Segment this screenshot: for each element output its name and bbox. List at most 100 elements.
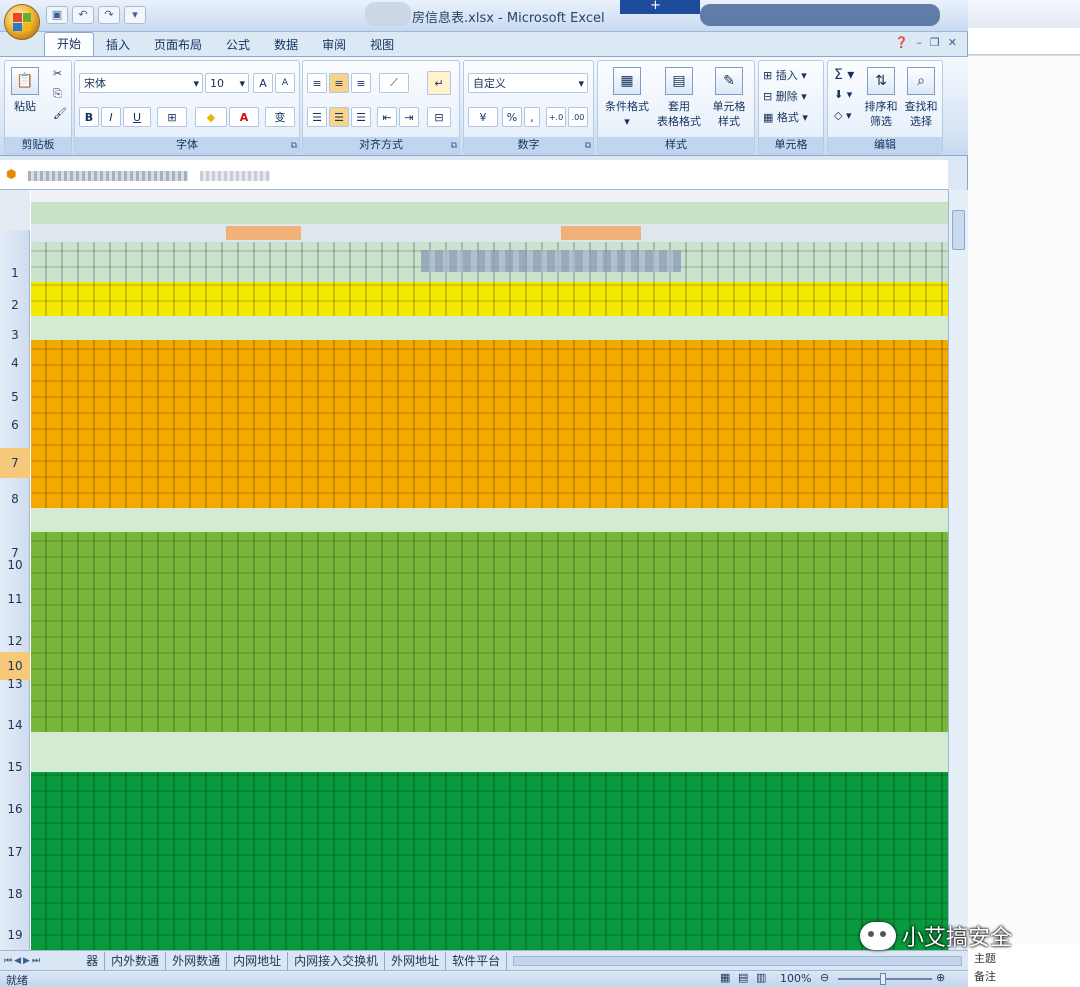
merge-cells-icon[interactable]: ⊟ [427, 107, 451, 127]
zoom-slider-thumb[interactable] [880, 973, 886, 985]
tab-data[interactable]: 数据 [262, 34, 310, 56]
page-layout-view-icon[interactable]: ▤ [738, 971, 748, 984]
row-header[interactable]: 6 [0, 418, 30, 432]
font-size-select[interactable]: 10 ▾ [205, 73, 249, 93]
format-as-table-button[interactable]: ▤ 套用 表格格式 [654, 67, 704, 129]
next-sheet-icon[interactable]: ▶ [23, 956, 30, 966]
font-name-select[interactable]: 宋体 ▾ [79, 73, 203, 93]
row-header[interactable]: 17 [0, 845, 30, 859]
row-header[interactable]: 11 [0, 592, 30, 606]
tab-page-layout[interactable]: 页面布局 [142, 34, 214, 56]
sheet-tab[interactable]: 外网数通 [166, 951, 228, 970]
normal-view-icon[interactable]: ▦ [720, 971, 730, 984]
worksheet-grid[interactable]: 1 2 3 4 5 6 7 8 7 10 11 12 10 13 14 15 1… [0, 190, 948, 950]
increase-indent-icon[interactable]: ⇥ [399, 107, 419, 127]
sheet-tab[interactable]: 内外数通 [105, 951, 167, 970]
zoom-in-icon[interactable]: ⊕ [936, 971, 945, 984]
dialog-launcher-icon[interactable]: ⧉ [291, 141, 297, 151]
sheet-tab[interactable]: 外网地址 [385, 951, 447, 970]
scroll-thumb[interactable] [952, 210, 965, 250]
decrease-indent-icon[interactable]: ⇤ [377, 107, 397, 127]
underline-button[interactable]: U [123, 107, 151, 127]
font-color-icon[interactable]: A [229, 107, 259, 127]
format-cells-button[interactable]: ▦ 格式 ▾ [763, 109, 808, 125]
row-header[interactable]: 1 [0, 266, 30, 280]
paste-button[interactable]: 📋 粘贴 [11, 67, 39, 114]
row-header[interactable]: 16 [0, 802, 30, 816]
taskbar-button[interactable]: + [620, 0, 700, 14]
row-header[interactable]: 13 [0, 677, 30, 691]
zoom-out-icon[interactable]: ⊖ [820, 971, 829, 984]
currency-icon[interactable]: ¥ [468, 107, 498, 127]
row-header[interactable]: 14 [0, 718, 30, 732]
dialog-launcher-icon[interactable]: ⧉ [451, 141, 457, 151]
last-sheet-icon[interactable]: ⏭ [32, 956, 40, 966]
first-sheet-icon[interactable]: ⏮ [4, 956, 12, 966]
percent-button[interactable]: % [502, 107, 522, 127]
sheet-tab[interactable]: 内网接入交换机 [288, 951, 386, 970]
tab-insert[interactable]: 插入 [94, 34, 142, 56]
save-icon[interactable]: ▣ [46, 6, 68, 24]
dialog-launcher-icon[interactable]: ⧉ [585, 141, 591, 151]
bold-button[interactable]: B [79, 107, 99, 127]
comma-style-icon[interactable]: , [524, 107, 540, 127]
row-header[interactable]: 10 [0, 652, 30, 680]
select-all-corner[interactable] [0, 190, 30, 230]
format-painter-icon[interactable]: 🖌 [53, 107, 67, 120]
row-header[interactable]: 18 [0, 887, 30, 901]
row-header[interactable]: 15 [0, 760, 30, 774]
row-header[interactable]: 8 [0, 492, 30, 506]
sheet-tab[interactable]: 器 [80, 951, 106, 970]
row-header[interactable]: 2 [0, 298, 30, 312]
row-header[interactable]: 10 [0, 558, 30, 572]
close-icon[interactable]: ✕ [948, 36, 957, 49]
clear-icon[interactable]: ◇ ▾ [834, 109, 851, 122]
row-header[interactable]: 3 [0, 328, 30, 342]
row-header[interactable]: 19 [0, 928, 30, 942]
sheet-tab[interactable]: 内网地址 [227, 951, 289, 970]
decrease-decimal-icon[interactable]: .00 [568, 107, 588, 127]
help-icon[interactable]: ❓ [895, 36, 909, 49]
customize-qat-icon[interactable]: ▾ [124, 6, 146, 24]
grow-font-button[interactable]: A [253, 73, 273, 93]
tab-review[interactable]: 审阅 [310, 34, 358, 56]
find-select-button[interactable]: ⌕ 查找和 选择 [902, 67, 940, 129]
page-break-view-icon[interactable]: ▥ [756, 971, 766, 984]
vertical-scrollbar[interactable] [948, 190, 968, 950]
row-header[interactable]: 12 [0, 634, 30, 648]
tab-formulas[interactable]: 公式 [214, 34, 262, 56]
undo-icon[interactable]: ↶ [72, 6, 94, 24]
formula-bar[interactable]: ⬢ [0, 160, 948, 190]
copy-icon[interactable]: ⎘ [53, 87, 62, 101]
row-header[interactable]: 5 [0, 390, 30, 404]
tab-home[interactable]: 开始 [44, 32, 95, 56]
fill-icon[interactable]: ⬇ ▾ [834, 88, 852, 101]
sort-filter-button[interactable]: ⇅ 排序和 筛选 [862, 67, 900, 129]
office-button[interactable] [4, 4, 40, 40]
row-header[interactable]: 4 [0, 356, 30, 370]
horizontal-scrollbar[interactable] [513, 955, 962, 966]
restore-icon[interactable]: ❐ [930, 36, 940, 49]
insert-cells-button[interactable]: ⊞ 插入 ▾ [763, 67, 807, 83]
orientation-icon[interactable]: ⟋ [379, 73, 409, 93]
minimize-icon[interactable]: – [916, 36, 922, 49]
cell-styles-button[interactable]: ✎ 单元格 样式 [706, 67, 752, 129]
conditional-formatting-button[interactable]: ▦ 条件格式 ▾ [602, 67, 652, 129]
number-format-select[interactable]: 自定义 ▾ [468, 73, 588, 93]
shrink-font-button[interactable]: A [275, 73, 295, 93]
row-header[interactable]: 7 [0, 448, 30, 478]
wrap-text-icon[interactable]: ↵ [427, 71, 451, 95]
align-left-icon[interactable]: ☰ [307, 107, 327, 127]
increase-decimal-icon[interactable]: +.0 [546, 107, 566, 127]
align-top-icon[interactable]: ≡ [307, 73, 327, 93]
fill-color-icon[interactable]: ◆ [195, 107, 227, 127]
align-center-icon[interactable]: ☰ [329, 107, 349, 127]
phonetic-button[interactable]: 变 [265, 107, 295, 127]
prev-sheet-icon[interactable]: ◀ [14, 956, 21, 966]
italic-button[interactable]: I [101, 107, 121, 127]
autosum-icon[interactable]: Σ ▾ [834, 67, 854, 83]
tab-view[interactable]: 视图 [358, 34, 406, 56]
redo-icon[interactable]: ↷ [98, 6, 120, 24]
cut-icon[interactable]: ✂ [53, 67, 62, 80]
align-right-icon[interactable]: ☰ [351, 107, 371, 127]
